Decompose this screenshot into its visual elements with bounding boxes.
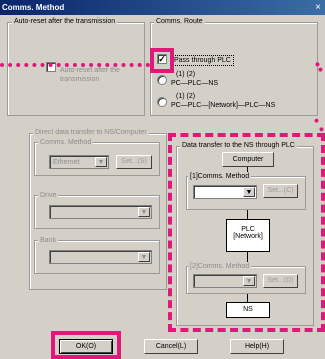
help-button[interactable]: Help(H) bbox=[230, 339, 284, 354]
route-option2-text: PC—PLC—[Network]—PLC—NS bbox=[171, 102, 276, 109]
highlight-via-plc-group bbox=[168, 133, 325, 332]
route-option1-radio[interactable] bbox=[157, 75, 167, 85]
auto-reset-group-title: Auto-reset after the transmission bbox=[12, 17, 118, 26]
direct-comms-method-value: Ethernet bbox=[53, 159, 80, 166]
bank-select[interactable]: ▼ bbox=[49, 250, 152, 264]
comms-route-group-title: Comms. Route bbox=[154, 17, 205, 26]
route-option2-radio[interactable] bbox=[157, 97, 167, 107]
bank-label: Bank bbox=[38, 236, 58, 245]
highlight-ok-button bbox=[51, 331, 121, 359]
drive-select[interactable]: ▼ bbox=[49, 205, 152, 219]
highlight-pass-through-checkbox bbox=[150, 48, 174, 73]
chevron-down-icon: ▼ bbox=[95, 157, 107, 167]
direct-transfer-group-title: Direct data transfer to NS/Computer bbox=[33, 128, 149, 137]
drive-label: Drive bbox=[38, 191, 59, 200]
annotation-dotted-pointer bbox=[0, 63, 150, 67]
direct-set-button[interactable]: Set...(S) bbox=[116, 155, 152, 169]
route-option2-numbers: (1) (2) bbox=[176, 93, 196, 100]
chevron-down-icon: ▼ bbox=[138, 207, 150, 217]
route-option1-numbers: (1) (2) bbox=[176, 71, 196, 78]
pass-through-plc-label: Pass through PLC bbox=[171, 55, 234, 66]
close-icon[interactable]: × bbox=[312, 1, 324, 14]
chevron-down-icon: ▼ bbox=[138, 252, 150, 262]
auto-reset-checkbox-label-line2: transmission bbox=[60, 76, 100, 83]
direct-comms-method-label: Comms. Method bbox=[38, 138, 94, 147]
route-option1-text: PC—PLC—NS bbox=[171, 80, 219, 87]
dialog-title: Comms. Method bbox=[0, 0, 325, 15]
direct-comms-method-select[interactable]: Ethernet ▼ bbox=[49, 155, 109, 169]
auto-reset-checkbox-label-line1: Auto-reset after the bbox=[60, 67, 120, 74]
cancel-button[interactable]: Cancel(L) bbox=[144, 339, 198, 354]
